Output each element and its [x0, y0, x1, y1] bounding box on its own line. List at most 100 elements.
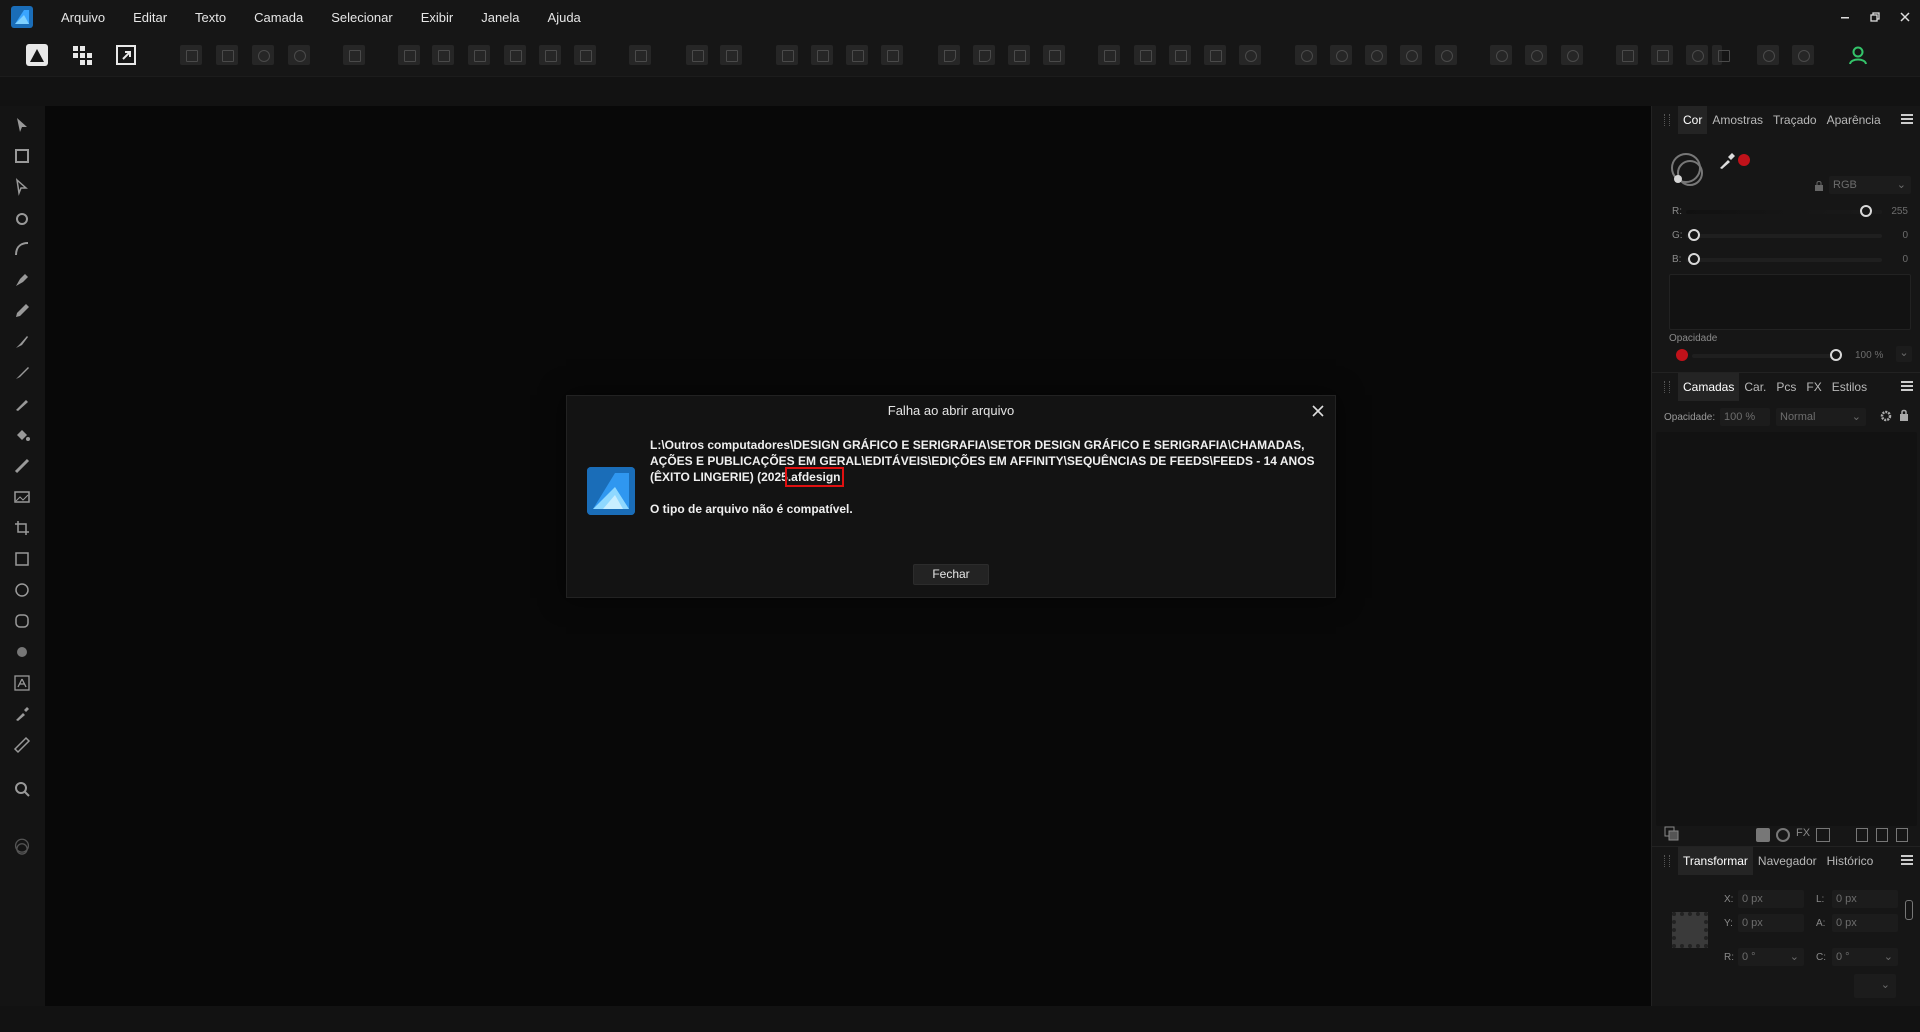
layers-list[interactable]: [1656, 432, 1917, 826]
move-tool[interactable]: [11, 114, 33, 136]
export-persona-button[interactable]: [113, 42, 139, 68]
align-bottom-icon[interactable]: [574, 45, 596, 65]
r-slider[interactable]: [1686, 210, 1882, 214]
layer-lock-icon[interactable]: [1899, 409, 1909, 421]
arrange-forward-icon[interactable]: [846, 45, 868, 65]
menu-selecionar[interactable]: Selecionar: [317, 0, 406, 34]
settings-gear-icon[interactable]: [1757, 45, 1779, 65]
tab-historico[interactable]: Histórico: [1822, 847, 1879, 875]
insert-top-icon[interactable]: [1330, 45, 1352, 65]
fx-icon[interactable]: FX: [1796, 827, 1810, 839]
color-picker-tool[interactable]: [11, 703, 33, 725]
tab-tracado[interactable]: Traçado: [1768, 106, 1822, 134]
affinity-designer-logo-icon[interactable]: [11, 6, 33, 28]
boolean-subtract-icon[interactable]: [1134, 45, 1156, 65]
text-tool[interactable]: [11, 672, 33, 694]
tab-aparencia[interactable]: Aparência: [1822, 106, 1886, 134]
dialog-close-button[interactable]: [1309, 402, 1327, 420]
lock-icon[interactable]: [1815, 180, 1823, 191]
gradient-tool[interactable]: [11, 455, 33, 477]
node-tool[interactable]: [11, 176, 33, 198]
color-wheel-icon[interactable]: [1668, 150, 1708, 190]
delete-layer-icon[interactable]: [1896, 828, 1908, 842]
rotation-field[interactable]: 0 ° ⌄: [1738, 948, 1804, 966]
clip-icon[interactable]: [1525, 45, 1547, 65]
w-field[interactable]: 0 px: [1832, 890, 1898, 908]
anchor-point-selector[interactable]: [1672, 912, 1708, 948]
eyedropper-icon[interactable]: [1718, 152, 1736, 170]
b-slider[interactable]: [1686, 258, 1882, 262]
opacity-slider-knob[interactable]: [1830, 349, 1842, 361]
insert-inside-icon[interactable]: [1365, 45, 1387, 65]
transform-options-button[interactable]: ⌄: [1854, 974, 1896, 998]
tab-fx[interactable]: FX: [1801, 373, 1826, 401]
arrange-backward-icon[interactable]: [811, 45, 833, 65]
align-left-icon[interactable]: [398, 45, 420, 65]
color-panel-menu-icon[interactable]: [1901, 114, 1913, 124]
tab-amostras[interactable]: Amostras: [1707, 106, 1768, 134]
arrange-front-icon[interactable]: [881, 45, 903, 65]
boolean-add-icon[interactable]: [1098, 45, 1120, 65]
restore-button[interactable]: [1860, 0, 1890, 34]
color-mode-select[interactable]: RGB ⌄: [1829, 176, 1911, 194]
menu-ajuda[interactable]: Ajuda: [534, 0, 595, 34]
geometry-icon[interactable]: [1400, 45, 1422, 65]
shape-builder-tool[interactable]: [11, 362, 33, 384]
insert-behind-icon[interactable]: [1295, 45, 1317, 65]
blend-mode-select[interactable]: Normal ⌄: [1776, 408, 1866, 426]
b-slider-knob[interactable]: [1688, 253, 1700, 265]
place-image-tool[interactable]: [11, 486, 33, 508]
align-top-icon[interactable]: [504, 45, 526, 65]
color-selector[interactable]: [8, 833, 36, 861]
flip-horizontal-icon[interactable]: [938, 45, 960, 65]
fill-tool[interactable]: [11, 424, 33, 446]
assistant-icon[interactable]: [1792, 45, 1814, 65]
tab-pcs[interactable]: Pcs: [1771, 373, 1801, 401]
adjustment-icon[interactable]: [1776, 828, 1790, 842]
designer-persona-button[interactable]: [24, 42, 50, 68]
live-filter-icon[interactable]: [1816, 828, 1830, 842]
account-button[interactable]: [1845, 42, 1871, 68]
r-value[interactable]: 255: [1878, 206, 1908, 217]
layer-settings-gear-icon[interactable]: [1880, 410, 1892, 422]
g-slider[interactable]: [1686, 234, 1882, 238]
layer-opacity-field[interactable]: 100 %: [1720, 408, 1770, 426]
fechar-button[interactable]: Fechar: [913, 564, 989, 585]
pencil-tool[interactable]: [11, 300, 33, 322]
panel-grip[interactable]: [1664, 854, 1670, 867]
shear-field[interactable]: 0 ° ⌄: [1832, 948, 1898, 966]
rotate-right-icon[interactable]: [1043, 45, 1065, 65]
corner-tool[interactable]: [11, 207, 33, 229]
ellipse-tool[interactable]: [11, 579, 33, 601]
pixel-persona-button[interactable]: [69, 42, 95, 68]
menu-camada[interactable]: Camada: [240, 0, 317, 34]
b-value[interactable]: 0: [1878, 254, 1908, 265]
opacity-slider[interactable]: [1692, 354, 1842, 358]
move-back-icon[interactable]: [686, 45, 708, 65]
menu-texto[interactable]: Texto: [181, 0, 240, 34]
combine-icon[interactable]: [1435, 45, 1457, 65]
g-value[interactable]: 0: [1878, 230, 1908, 241]
rotate-left-icon[interactable]: [1008, 45, 1030, 65]
transform-panel-menu-icon[interactable]: [1901, 855, 1913, 865]
flip-vertical-icon[interactable]: [973, 45, 995, 65]
r-slider-knob[interactable]: [1860, 205, 1872, 217]
align-right-icon[interactable]: [468, 45, 490, 65]
pixel-brush-tool[interactable]: [11, 393, 33, 415]
transparency-icon[interactable]: [1561, 45, 1583, 65]
crop-tool[interactable]: [11, 517, 33, 539]
h-field[interactable]: 0 px: [1832, 914, 1898, 932]
point-transform-tool[interactable]: [11, 238, 33, 260]
boolean-intersect-icon[interactable]: [1169, 45, 1191, 65]
arrange-back-icon[interactable]: [776, 45, 798, 65]
layer-effects-icon[interactable]: [1664, 826, 1680, 842]
x-field[interactable]: 0 px: [1738, 890, 1804, 908]
menu-exibir[interactable]: Exibir: [407, 0, 468, 34]
menu-editar[interactable]: Editar: [119, 0, 181, 34]
snapping-manager-icon[interactable]: [1616, 45, 1638, 65]
tab-camadas[interactable]: Camadas: [1678, 372, 1740, 401]
marquee-icon[interactable]: [216, 45, 238, 65]
select-all-icon[interactable]: [180, 45, 202, 65]
menu-janela[interactable]: Janela: [467, 0, 533, 34]
artboard-tool[interactable]: [11, 145, 33, 167]
